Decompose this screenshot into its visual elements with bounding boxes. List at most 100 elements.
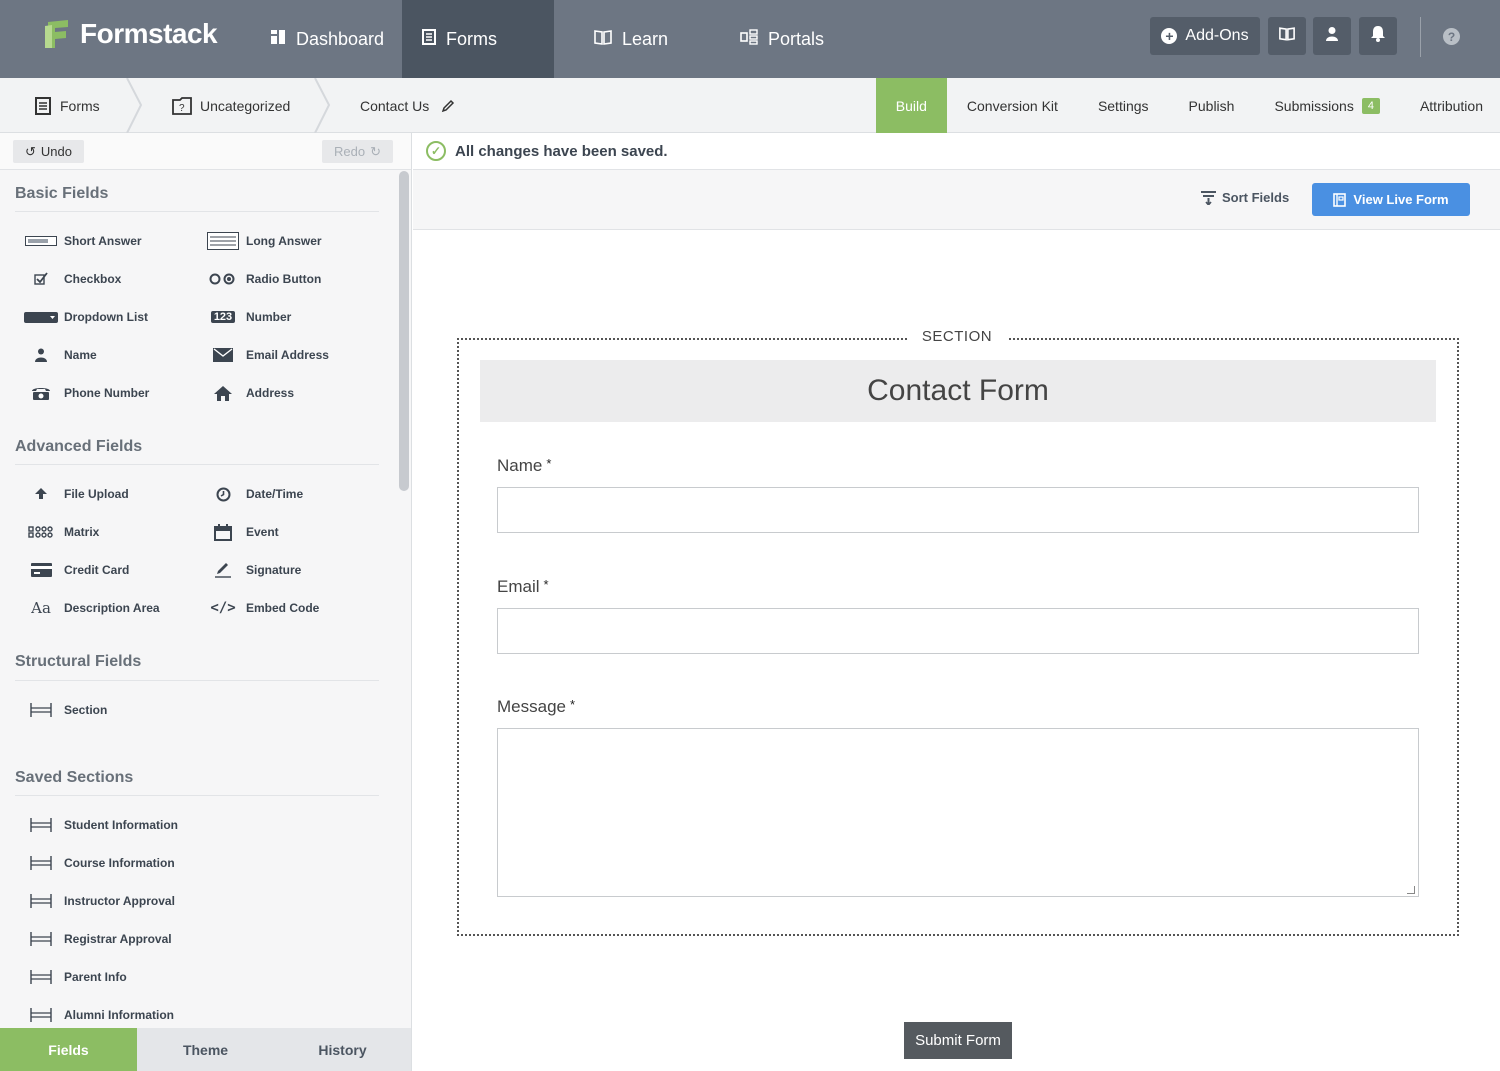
upload-arrow-icon — [24, 488, 58, 500]
pencil-icon[interactable] — [441, 99, 455, 113]
submit-form-button[interactable]: Submit Form — [904, 1022, 1012, 1059]
undo-button[interactable]: ↺ Undo — [13, 140, 84, 163]
help-icon[interactable]: ? — [1443, 28, 1460, 45]
message-field-label: Message * — [497, 697, 575, 717]
saved-sections-title: Saved Sections — [15, 769, 134, 786]
field-number[interactable]: 123 Number — [206, 307, 291, 327]
field-embed-code[interactable]: </> Embed Code — [206, 598, 319, 618]
saved-section-item[interactable]: Parent Info — [24, 967, 127, 987]
sort-icon — [1201, 190, 1216, 205]
book-icon — [594, 29, 612, 50]
toolbar-divider — [1420, 17, 1421, 57]
sort-fields-button[interactable]: Sort Fields — [1201, 190, 1289, 205]
credit-card-icon — [24, 563, 58, 577]
field-checkbox-label: Checkbox — [64, 272, 122, 286]
sidebar-scrollbar[interactable] — [399, 171, 409, 491]
field-radio-button[interactable]: Radio Button — [206, 269, 321, 289]
tab-theme[interactable]: Theme — [137, 1028, 274, 1071]
field-file-upload-label: File Upload — [64, 487, 129, 501]
house-icon — [206, 385, 240, 401]
name-input[interactable] — [497, 487, 1419, 533]
add-ons-button[interactable]: + Add-Ons — [1150, 17, 1260, 55]
radio-button-icon — [206, 273, 240, 285]
field-date-time[interactable]: Date/Time — [206, 484, 303, 504]
field-name[interactable]: Name — [24, 345, 97, 365]
form-toolbar: Sort Fields View Live Form — [413, 170, 1500, 230]
notifications-button[interactable] — [1359, 17, 1397, 55]
clock-icon — [206, 487, 240, 502]
tab-settings[interactable]: Settings — [1078, 78, 1169, 133]
tab-publish-label: Publish — [1188, 97, 1235, 114]
section-icon — [24, 970, 58, 984]
field-section[interactable]: Section — [24, 700, 107, 720]
formstack-logo[interactable]: Formstack — [42, 18, 218, 50]
tab-publish[interactable]: Publish — [1169, 78, 1255, 133]
breadcrumb-uncategorized[interactable]: ? Uncategorized — [172, 78, 290, 133]
field-event[interactable]: Event — [206, 522, 279, 542]
tab-settings-label: Settings — [1097, 97, 1149, 114]
user-button[interactable] — [1313, 17, 1351, 55]
field-signature[interactable]: Signature — [206, 560, 301, 580]
matrix-icon — [24, 526, 58, 538]
field-file-upload[interactable]: File Upload — [24, 484, 129, 504]
email-input[interactable] — [497, 608, 1419, 654]
saved-section-item[interactable]: Instructor Approval — [24, 891, 175, 911]
nav-forms[interactable]: Forms — [402, 0, 554, 78]
phone-icon — [24, 386, 58, 400]
tab-history[interactable]: History — [274, 1028, 411, 1071]
undo-icon: ↺ — [25, 143, 36, 159]
email-field-label: Email * — [497, 577, 549, 597]
section-icon — [24, 818, 58, 832]
field-long-answer[interactable]: Long Answer — [206, 231, 322, 251]
field-email-address[interactable]: Email Address — [206, 345, 329, 365]
form-section-header[interactable]: Contact Form — [480, 360, 1436, 422]
name-field-label: Name * — [497, 456, 551, 476]
checkbox-icon — [24, 272, 58, 286]
saved-section-item[interactable]: Registrar Approval — [24, 929, 172, 949]
field-address-label: Address — [246, 386, 295, 400]
tab-fields[interactable]: Fields — [0, 1028, 137, 1071]
saved-section-label: Course Information — [64, 856, 175, 870]
view-live-form-button[interactable]: View Live Form — [1312, 183, 1470, 216]
nav-learn[interactable]: Learn — [574, 0, 688, 78]
breadcrumb-contact-us[interactable]: Contact Us — [360, 78, 455, 133]
field-checkbox[interactable]: Checkbox — [24, 269, 121, 289]
view-live-form-label: View Live Form — [1353, 192, 1449, 207]
message-textarea[interactable] — [497, 728, 1419, 897]
field-credit-card-label: Credit Card — [64, 563, 130, 577]
learn-book-button[interactable] — [1268, 17, 1306, 55]
folder-question-icon: ? — [172, 96, 192, 115]
field-phone-number-label: Phone Number — [64, 386, 150, 400]
saved-section-item[interactable]: Course Information — [24, 853, 175, 873]
text-aa-icon: Aa — [31, 599, 51, 617]
field-address[interactable]: Address — [206, 383, 294, 403]
tab-build[interactable]: Build — [875, 78, 947, 133]
field-dropdown-list[interactable]: Dropdown List — [24, 307, 148, 327]
field-credit-card[interactable]: Credit Card — [24, 560, 129, 580]
resize-handle[interactable] — [1407, 886, 1415, 894]
saved-section-item[interactable]: Student Information — [24, 815, 178, 835]
field-email-address-label: Email Address — [246, 348, 329, 362]
saved-section-item[interactable]: Alumni Information — [24, 1005, 174, 1025]
nav-portals[interactable]: Portals — [720, 0, 844, 78]
divider — [15, 464, 379, 465]
nav-dashboard[interactable]: Dashboard — [250, 0, 404, 78]
breadcrumb-uncategorized-label: Uncategorized — [200, 97, 291, 114]
tab-conversion-kit[interactable]: Conversion Kit — [947, 78, 1078, 133]
field-description-area[interactable]: Aa Description Area — [24, 598, 159, 618]
dropdown-list-icon — [24, 311, 58, 323]
form-title: Contact Form — [867, 374, 1049, 407]
undo-label: Undo — [40, 144, 72, 159]
redo-button[interactable]: Redo ↻ — [322, 140, 393, 163]
field-short-answer[interactable]: Short Answer — [24, 231, 142, 251]
field-matrix[interactable]: Matrix — [24, 522, 99, 542]
tab-attribution[interactable]: Attribution — [1400, 78, 1500, 133]
field-phone-number[interactable]: Phone Number — [24, 383, 149, 403]
short-answer-icon — [24, 236, 58, 246]
tab-submissions[interactable]: Submissions 4 — [1254, 78, 1400, 133]
undo-redo-bar: ↺ Undo Redo ↻ — [0, 133, 411, 170]
field-signature-label: Signature — [246, 563, 302, 577]
tab-build-label: Build — [895, 97, 927, 114]
breadcrumb-forms[interactable]: Forms — [35, 78, 100, 133]
submit-form-label: Submit Form — [915, 1032, 1001, 1049]
